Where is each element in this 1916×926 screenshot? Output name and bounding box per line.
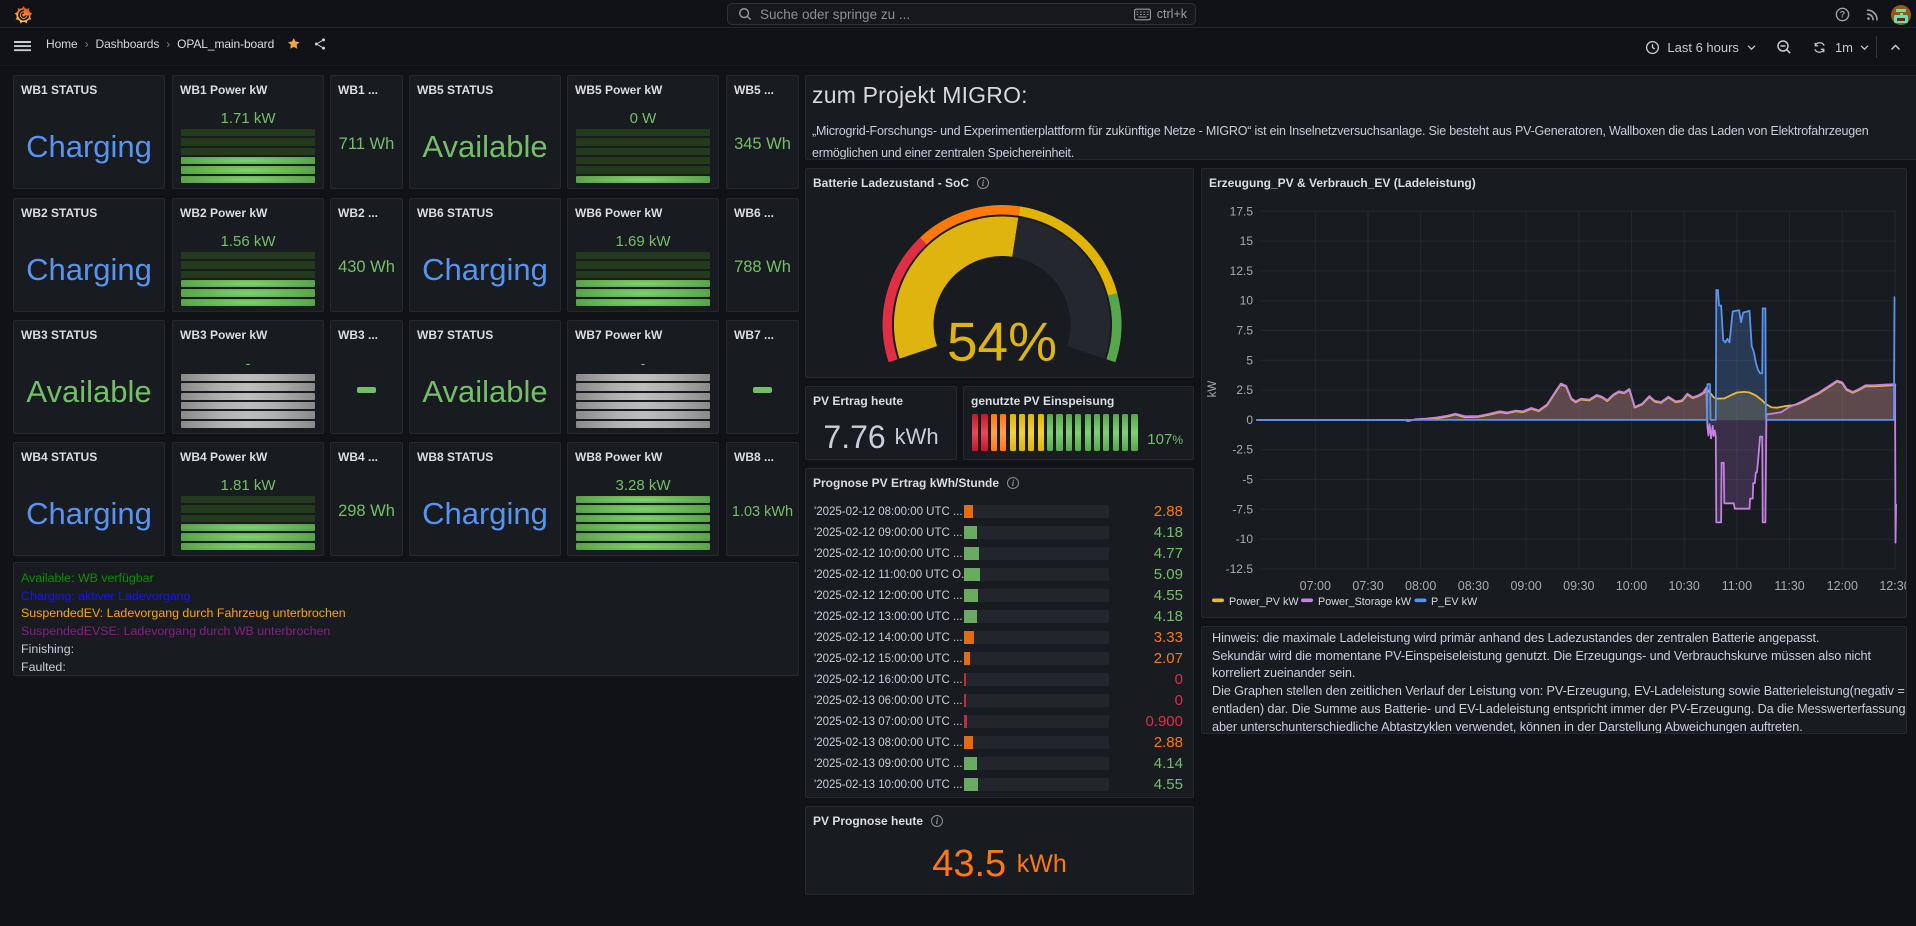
svg-text:10: 10 xyxy=(1240,294,1254,308)
svg-text:08:00: 08:00 xyxy=(1405,579,1436,593)
svg-text:07:00: 07:00 xyxy=(1300,579,1331,593)
svg-text:12:00: 12:00 xyxy=(1827,579,1858,593)
svg-text:-12.5: -12.5 xyxy=(1226,562,1254,576)
svg-text:5: 5 xyxy=(1246,353,1253,367)
svg-text:11:00: 11:00 xyxy=(1722,579,1752,593)
svg-text:kW: kW xyxy=(1207,381,1219,398)
svg-text:-10: -10 xyxy=(1236,532,1254,546)
svg-text:Power_Storage kW: Power_Storage kW xyxy=(1318,596,1412,608)
svg-text:12:30: 12:30 xyxy=(1879,579,1907,593)
svg-text:-5: -5 xyxy=(1242,473,1253,487)
svg-text:12.5: 12.5 xyxy=(1230,264,1254,278)
svg-text:11:30: 11:30 xyxy=(1774,579,1804,593)
svg-text:2.5: 2.5 xyxy=(1236,383,1253,397)
svg-text:17.5: 17.5 xyxy=(1230,204,1254,218)
svg-text:0: 0 xyxy=(1246,413,1253,427)
svg-text:10:00: 10:00 xyxy=(1616,579,1647,593)
svg-text:54%: 54% xyxy=(947,311,1057,373)
svg-text:7.5: 7.5 xyxy=(1236,324,1253,338)
svg-text:09:30: 09:30 xyxy=(1563,579,1594,593)
svg-text:07:30: 07:30 xyxy=(1352,579,1383,593)
svg-text:09:00: 09:00 xyxy=(1510,579,1541,593)
svg-text:?: ? xyxy=(1840,10,1845,20)
svg-text:10:30: 10:30 xyxy=(1669,579,1700,593)
svg-text:15: 15 xyxy=(1240,234,1254,248)
svg-text:Power_PV kW: Power_PV kW xyxy=(1229,596,1299,608)
svg-text:-7.5: -7.5 xyxy=(1232,502,1253,516)
svg-text:08:30: 08:30 xyxy=(1458,579,1489,593)
svg-text:P_EV kW: P_EV kW xyxy=(1431,596,1478,608)
svg-text:-2.5: -2.5 xyxy=(1232,443,1253,457)
